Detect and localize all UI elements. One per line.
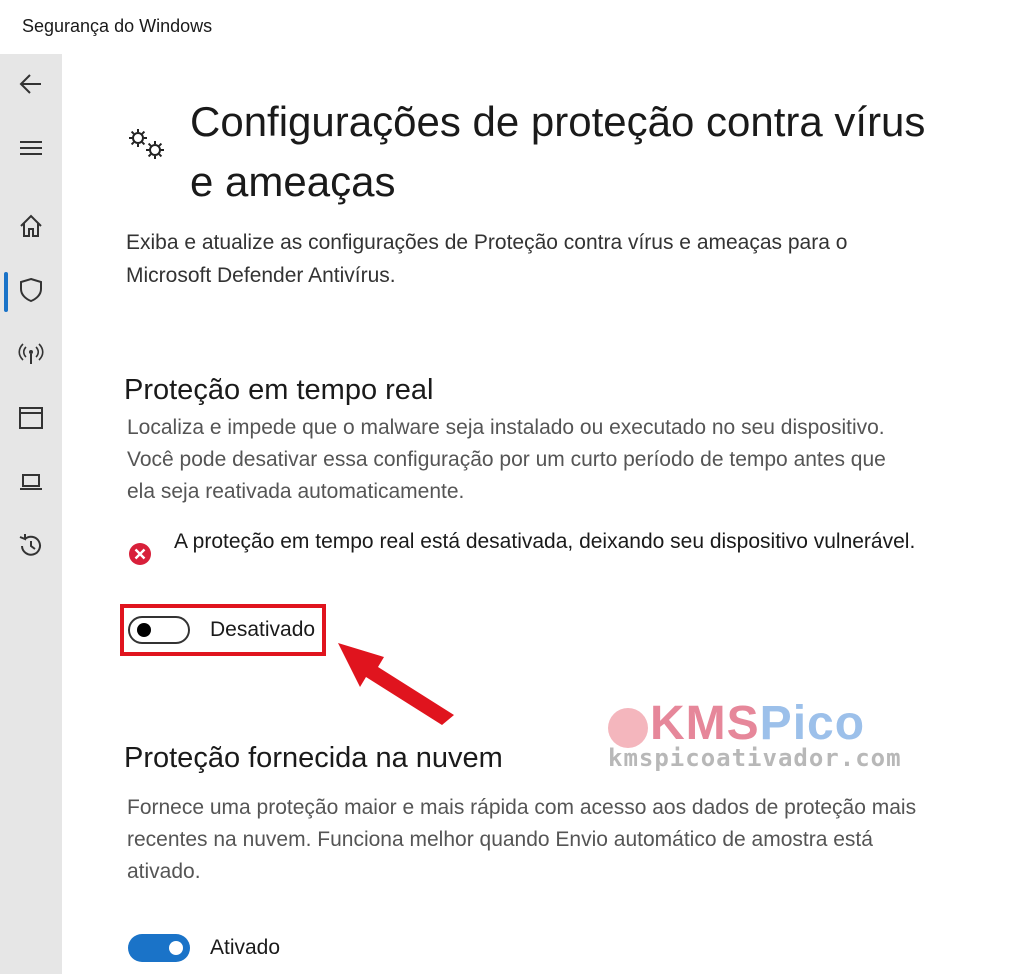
back-arrow-icon <box>19 74 41 94</box>
realtime-section-description: Localiza e impede que o malware seja ins… <box>127 416 886 503</box>
sidebar-item-protection-history[interactable] <box>0 522 62 570</box>
title-bar: Segurança do Windows <box>0 0 1024 54</box>
page-description: Exiba e atualize as configurações de Pro… <box>126 231 848 287</box>
sidebar <box>0 54 62 974</box>
watermark-logo-dot <box>608 708 648 748</box>
watermark-logo-part2: Pico <box>759 697 866 750</box>
error-x-icon <box>129 543 151 565</box>
cloud-toggle-label: Ativado <box>210 936 281 959</box>
realtime-section-title: Proteção em tempo real <box>124 374 434 406</box>
hamburger-icon <box>20 141 42 155</box>
watermark-logo-part1: KMS <box>650 697 760 750</box>
cloud-protection-toggle[interactable] <box>128 934 190 962</box>
home-icon <box>20 214 42 237</box>
page-title: Configurações de proteção contra vírus e… <box>190 98 926 205</box>
realtime-alert: A proteção em tempo real está desativada… <box>126 526 926 596</box>
cloud-section-description: Fornece uma proteção maior e mais rápida… <box>127 796 917 883</box>
history-icon <box>19 534 41 556</box>
cloud-toggle-group: Ativado <box>128 934 280 962</box>
realtime-alert-text: A proteção em tempo real está desativada… <box>174 530 916 553</box>
watermark-url: kmspicoativador.com <box>608 744 902 772</box>
sidebar-item-app-browser[interactable] <box>0 394 62 442</box>
wifi-antenna-icon <box>18 343 44 364</box>
sidebar-item-home[interactable] <box>0 202 62 250</box>
red-arrow-icon <box>338 643 454 725</box>
browser-window-icon <box>19 407 43 429</box>
laptop-icon <box>20 474 42 490</box>
highlight-box <box>120 604 326 656</box>
gears-icon <box>129 129 164 159</box>
window-title: Segurança do Windows <box>22 16 213 36</box>
watermark-logo: KMSPico <box>650 696 865 751</box>
sidebar-item-device-security[interactable] <box>0 458 62 506</box>
back-button[interactable] <box>0 60 62 108</box>
sidebar-item-firewall[interactable] <box>0 330 62 378</box>
menu-button[interactable] <box>0 124 62 172</box>
toggle-knob <box>169 941 183 955</box>
watermark: KMSPico kmspicoativador.com <box>608 696 908 776</box>
cloud-section-title: Proteção fornecida na nuvem <box>124 742 503 774</box>
main-content: Configurações de proteção contra vírus e… <box>62 54 1024 974</box>
shield-icon <box>20 277 42 303</box>
sidebar-item-virus-protection[interactable] <box>0 266 62 314</box>
